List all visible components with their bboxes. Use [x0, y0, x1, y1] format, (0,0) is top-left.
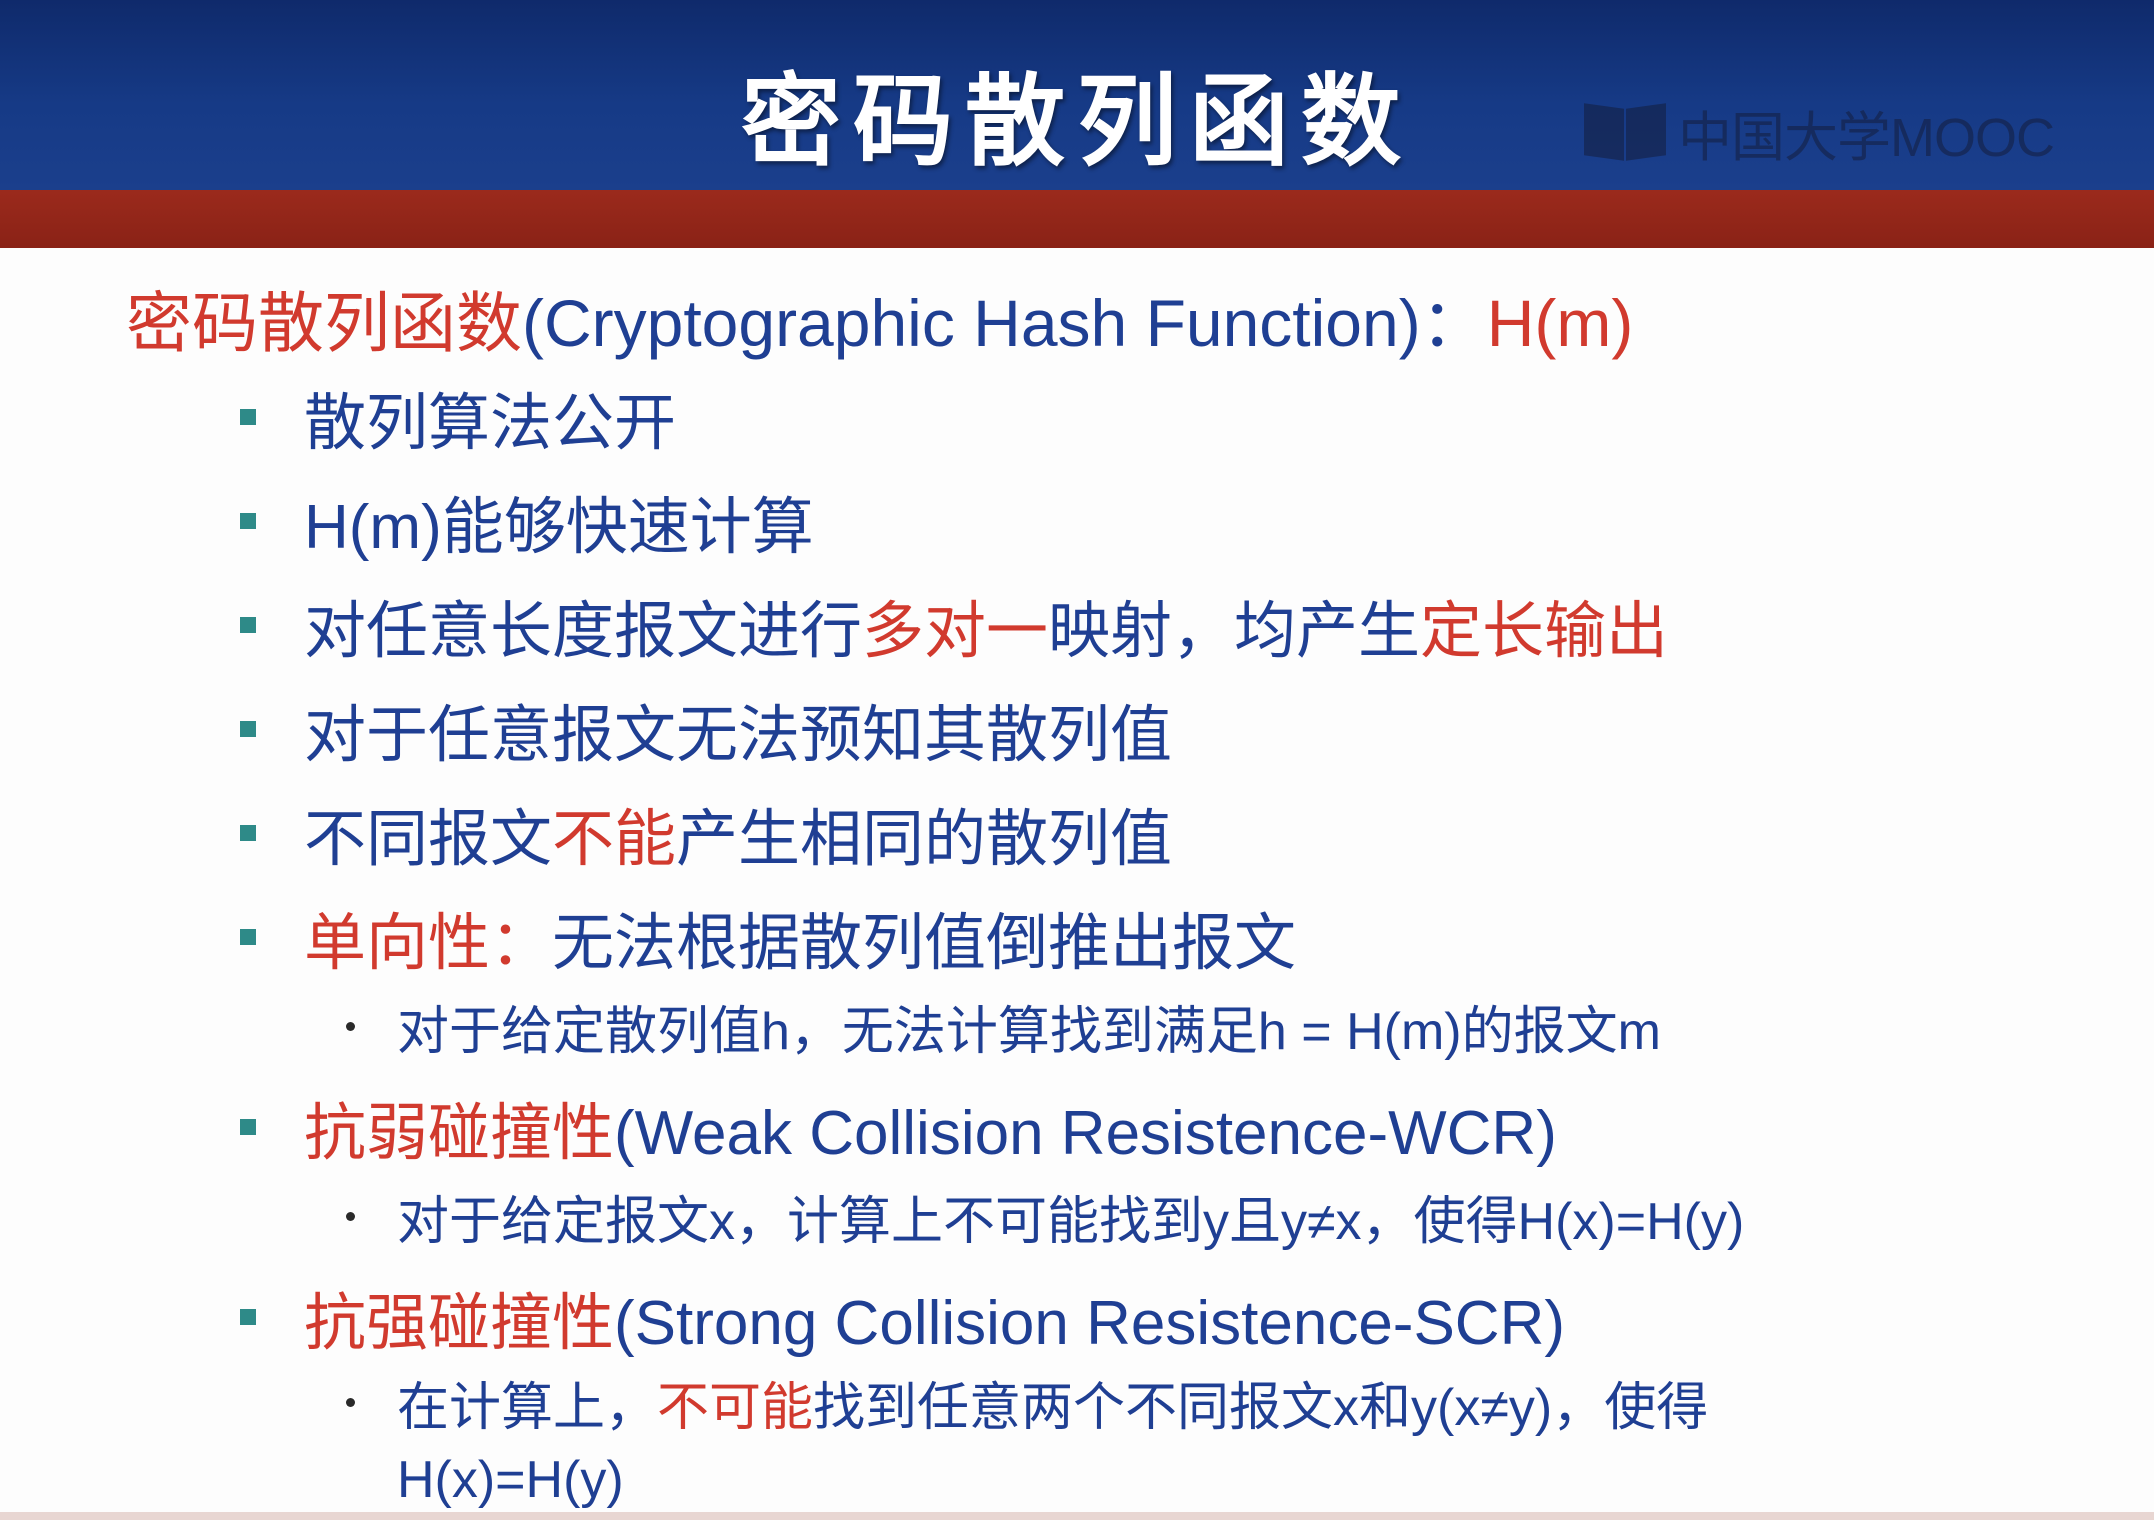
square-bullet-icon: [240, 409, 256, 425]
sub-item-text: 在计算上，不可能找到任意两个不同报文x和y(x≠y)，使得 H(x)=H(y): [397, 1379, 1709, 1509]
heading-term: 密码散列函数: [126, 286, 522, 360]
mooc-watermark: 中国大学MOOC: [1582, 93, 2055, 172]
item-text: 对于任意报文无法预知其散列值: [304, 701, 1173, 770]
round-bullet-icon: [346, 1212, 355, 1221]
book-logo-icon: [1582, 102, 1670, 164]
square-bullet-icon: [240, 617, 256, 633]
bottom-divider: [0, 1512, 2154, 1520]
bullet-item: 对于任意报文无法预知其散列值: [240, 684, 1172, 774]
sub-bullet-item: 对于给定散列值h，无法计算找到满足h = H(m)的报文m: [346, 996, 1661, 1068]
square-bullet-icon: [240, 1309, 256, 1325]
bullet-item: 不同报文不能产生相同的散列值: [240, 788, 1172, 878]
round-bullet-icon: [346, 1398, 355, 1407]
item-text: 抗弱碰撞性(Weak Collision Resistence-WCR): [304, 1099, 1557, 1168]
bullet-item: 抗弱碰撞性(Weak Collision Resistence-WCR): [240, 1082, 1557, 1172]
sub-bullet-item: 在计算上，不可能找到任意两个不同报文x和y(x≠y)，使得 H(x)=H(y): [346, 1372, 1708, 1516]
header-stripe: [0, 190, 2154, 248]
item-text: 抗强碰撞性(Strong Collision Resistence-SCR): [304, 1289, 1565, 1358]
item-text: 单向性：无法根据散列值倒推出报文: [304, 909, 1297, 978]
square-bullet-icon: [240, 1119, 256, 1135]
bullet-item: H(m)能够快速计算: [240, 476, 814, 566]
item-text: H(m)能够快速计算: [304, 493, 814, 562]
sub-bullet-item: 对于给定报文x，计算上不可能找到y且y≠x，使得H(x)=H(y): [346, 1186, 1744, 1258]
square-bullet-icon: [240, 929, 256, 945]
round-bullet-icon: [346, 1022, 355, 1031]
item-text: 对任意长度报文进行多对一映射，均产生定长输出: [304, 597, 1669, 666]
heading-english: (Cryptographic Hash Function)：: [522, 286, 1487, 360]
watermark-text: 中国大学MOOC: [1678, 108, 2055, 168]
square-bullet-icon: [240, 825, 256, 841]
square-bullet-icon: [240, 721, 256, 737]
definition-heading: 密码散列函数(Cryptographic Hash Function)：H(m): [126, 270, 1633, 366]
bullet-item: 单向性：无法根据散列值倒推出报文: [240, 892, 1296, 982]
sub-item-text: 对于给定散列值h，无法计算找到满足h = H(m)的报文m: [397, 1003, 1661, 1061]
sub-item-text: 对于给定报文x，计算上不可能找到y且y≠x，使得H(x)=H(y): [397, 1193, 1745, 1251]
item-text: 不同报文不能产生相同的散列值: [304, 805, 1173, 874]
heading-symbol: H(m): [1486, 286, 1634, 360]
bullet-item: 散列算法公开: [240, 372, 676, 462]
bullet-item: 抗强碰撞性(Strong Collision Resistence-SCR): [240, 1272, 1565, 1362]
item-text: 散列算法公开: [304, 389, 677, 458]
bullet-item: 对任意长度报文进行多对一映射，均产生定长输出: [240, 580, 1668, 670]
square-bullet-icon: [240, 513, 256, 529]
